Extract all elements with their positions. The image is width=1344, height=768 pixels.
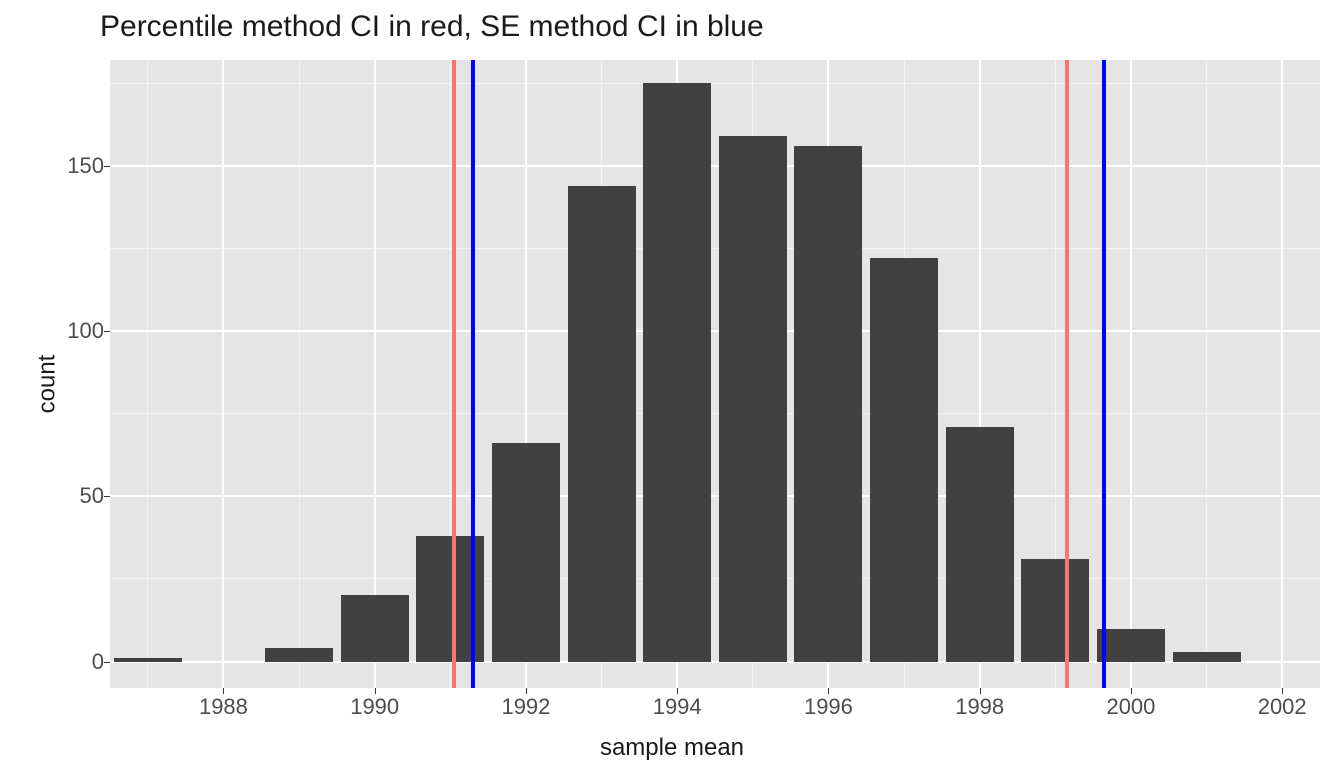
x-tick-label: 1996 — [804, 694, 853, 720]
y-tick-mark — [104, 496, 110, 497]
chart-title: Percentile method CI in red, SE method C… — [100, 10, 764, 44]
grid-y-major — [110, 165, 1320, 167]
x-tick-label: 1992 — [501, 694, 550, 720]
y-tick-label: 50 — [80, 483, 104, 509]
grid-x-minor — [299, 60, 300, 688]
histogram-bar — [643, 83, 711, 661]
ci-line-percentile — [452, 60, 456, 688]
x-tick-mark — [526, 688, 527, 694]
histogram-bar — [1097, 629, 1165, 662]
x-tick-label: 1994 — [653, 694, 702, 720]
grid-x-major — [1130, 60, 1132, 688]
x-tick-mark — [828, 688, 829, 694]
grid-y-major — [110, 330, 1320, 332]
x-tick-mark — [1131, 688, 1132, 694]
histogram-bar — [568, 186, 636, 662]
x-tick-label: 1990 — [350, 694, 399, 720]
x-tick-label: 1988 — [199, 694, 248, 720]
histogram-bar — [870, 258, 938, 661]
histogram-bar — [114, 658, 182, 661]
histogram-bar — [1021, 559, 1089, 661]
grid-x-minor — [1206, 60, 1207, 688]
ci-line-se — [1102, 60, 1106, 688]
histogram-bar — [341, 595, 409, 661]
y-tick-mark — [104, 166, 110, 167]
y-tick-label: 100 — [67, 318, 104, 344]
grid-y-major — [110, 495, 1320, 497]
x-tick-label: 2002 — [1258, 694, 1307, 720]
y-axis-label: count — [33, 355, 61, 414]
histogram-bar — [1173, 652, 1241, 662]
grid-x-major — [222, 60, 224, 688]
y-tick-label: 150 — [67, 153, 104, 179]
ci-line-percentile — [1065, 60, 1069, 688]
x-tick-mark — [223, 688, 224, 694]
grid-y-minor — [110, 578, 1320, 579]
plot-panel — [110, 60, 1320, 688]
x-tick-mark — [1282, 688, 1283, 694]
histogram-bar — [492, 443, 560, 661]
grid-y-minor — [110, 83, 1320, 84]
x-tick-label: 2000 — [1106, 694, 1155, 720]
x-tick-label: 1998 — [955, 694, 1004, 720]
grid-x-minor — [147, 60, 148, 688]
x-tick-mark — [677, 688, 678, 694]
histogram-bar — [946, 427, 1014, 662]
x-tick-mark — [375, 688, 376, 694]
histogram-bar — [794, 146, 862, 662]
chart-container: Percentile method CI in red, SE method C… — [0, 0, 1344, 768]
x-tick-mark — [980, 688, 981, 694]
grid-x-major — [374, 60, 376, 688]
grid-x-major — [1281, 60, 1283, 688]
grid-y-minor — [110, 413, 1320, 414]
y-tick-label: 0 — [92, 649, 104, 675]
histogram-bar — [265, 648, 333, 661]
histogram-bar — [719, 136, 787, 662]
ci-line-se — [471, 60, 475, 688]
y-tick-mark — [104, 331, 110, 332]
y-tick-mark — [104, 662, 110, 663]
x-axis-label: sample mean — [600, 734, 744, 762]
grid-y-minor — [110, 248, 1320, 249]
